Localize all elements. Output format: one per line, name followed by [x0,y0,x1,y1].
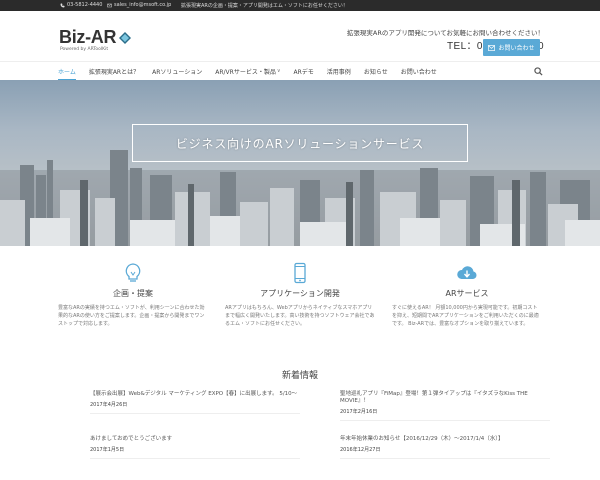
feature-planning: 企画・提案 豊富なARの実績を持つエム・ソフトが、利用シーンに合わせた効果的なA… [58,262,208,328]
nav-label: 活用事例 [326,68,351,76]
nav-item-services[interactable]: AR/VRサービス・製品 ∨ [215,62,280,80]
lightbulb-icon [125,263,141,282]
topbar-email[interactable]: sales_info@msoft.co.jp [107,2,171,8]
news-item[interactable]: 聖地巡礼アプリ『FiMap』登場！第１弾タイアップは『イタズラなKiss THE… [340,391,550,421]
nav-item-news[interactable]: お知らせ [364,62,388,80]
hero-banner: ビジネス向けのARソリューションサービス [0,80,600,246]
mail-icon [107,3,112,7]
news-item[interactable]: あけましておめでとうございます 2017年1月5日 [90,436,300,459]
news-item-title[interactable]: あけましておめでとうございます [90,436,300,443]
news-item[interactable]: 【展示会出展】Web&デジタル マーケティング EXPO【春】に出展します。 5… [90,391,300,414]
news-item-date: 2017年2月16日 [340,409,378,415]
nav-label: ホーム [58,68,76,76]
contact-message: 拡張現実ARのアプリ開発についてお気軽にお問い合わせください！ [346,29,544,37]
inquiry-button[interactable]: お問い合わせ [483,39,540,56]
feature-text: 豊富なARの実績を持つエム・ソフトが、利用シーンに合わせた効果的なARの使い方を… [58,305,205,327]
nav-label: AR/VRサービス・製品 [215,68,276,76]
nav-item-contact[interactable]: お問い合わせ [401,62,437,80]
divider [340,458,550,459]
logo-text: Biz-AR [59,27,117,47]
news-item-date: 2017年1月5日 [90,447,125,453]
nav-item-ar-solution[interactable]: ARソリューション [152,62,202,80]
feature-title: 企画・提案 [113,289,153,298]
topbar-email-text[interactable]: sales_info@msoft.co.jp [114,2,171,8]
nav-label: 拡張現実ARとは？ [88,68,140,76]
divider [90,458,300,459]
topbar-tagline: 拡張現実ARの企画・提案・アプリ開発はエム・ソフトにお任せください！ [181,2,348,9]
news-item-date: 2016年12月27日 [340,447,381,453]
news-item[interactable]: 年末年始休業のお知らせ【2016/12/29（木）〜2017/1/4（水）】 2… [340,436,550,459]
feature-text: ARアプリはもちろん、Webアプリからネイティブなスマホアプリまで幅広く開発いた… [225,305,375,327]
smartphone-icon [294,262,306,284]
chevron-down-icon: ∨ [276,68,281,74]
nav-item-cases[interactable]: 活用事例 [327,62,351,80]
cloud-download-icon [457,266,477,279]
logo-wordmark: Biz-AR [59,27,132,48]
top-bar: 03-5812-4440 sales_info@msoft.co.jp 拡張現実… [0,0,600,11]
divider [340,420,550,421]
logo-diamond-icon [119,31,132,44]
news-item-title[interactable]: 【展示会出展】Web&デジタル マーケティング EXPO【春】に出展します。 5… [90,391,300,398]
feature-text: すぐに使えるAR！ 月額10,000円から実現可能です。初期コストを抑え、短期間… [392,305,539,327]
news-section-title: 新着情報 [281,371,318,381]
nav-label: ARデモ [293,68,314,76]
main-nav: ホーム 拡張現実ARとは？ ARソリューション AR/VRサービス・製品 ∨ AR… [0,61,600,80]
divider [90,413,300,414]
nav-item-about-ar[interactable]: 拡張現実ARとは？ [89,62,139,80]
nav-item-home[interactable]: ホーム [58,62,76,80]
feature-title: アプリケーション開発 [260,289,340,298]
news-item-date: 2017年4月26日 [90,402,128,408]
feature-ar-service: ARサービス すぐに使えるAR！ 月額10,000円から実現可能です。初期コスト… [392,262,542,328]
news-item-title[interactable]: 年末年始休業のお知らせ【2016/12/29（木）〜2017/1/4（水）】 [340,436,550,443]
feature-app-dev: アプリケーション開発 ARアプリはもちろん、Webアプリからネイティブなスマホア… [225,262,375,328]
hero-title: ビジネス向けのARソリューションサービス [175,136,425,151]
nav-item-ar-demo[interactable]: ARデモ [294,62,314,80]
phone-icon [60,3,65,7]
city-skyline-image [0,150,600,246]
topbar-tagline-text: 拡張現実ARの企画・提案・アプリ開発はエム・ソフトにお任せください！ [181,3,348,9]
nav-label: お問い合わせ [400,68,437,76]
envelope-icon [488,44,496,51]
site-logo[interactable]: Biz-AR Powered by ARToolKit [59,27,132,52]
inquiry-button-label: お問い合わせ [498,45,535,52]
logo-subtitle: Powered by ARToolKit [60,47,109,52]
topbar-phone-text: 03-5812-4440 [67,2,103,8]
topbar-phone: 03-5812-4440 [60,2,102,8]
news-item-title[interactable]: 聖地巡礼アプリ『FiMap』登場！第１弾タイアップは『イタズラなKiss THE… [340,391,550,405]
nav-label: ARソリューション [152,68,203,76]
search-icon[interactable] [534,67,543,76]
feature-title: ARサービス [445,289,489,298]
hero-title-box: ビジネス向けのARソリューションサービス [132,124,468,162]
nav-label: お知らせ [363,68,388,76]
